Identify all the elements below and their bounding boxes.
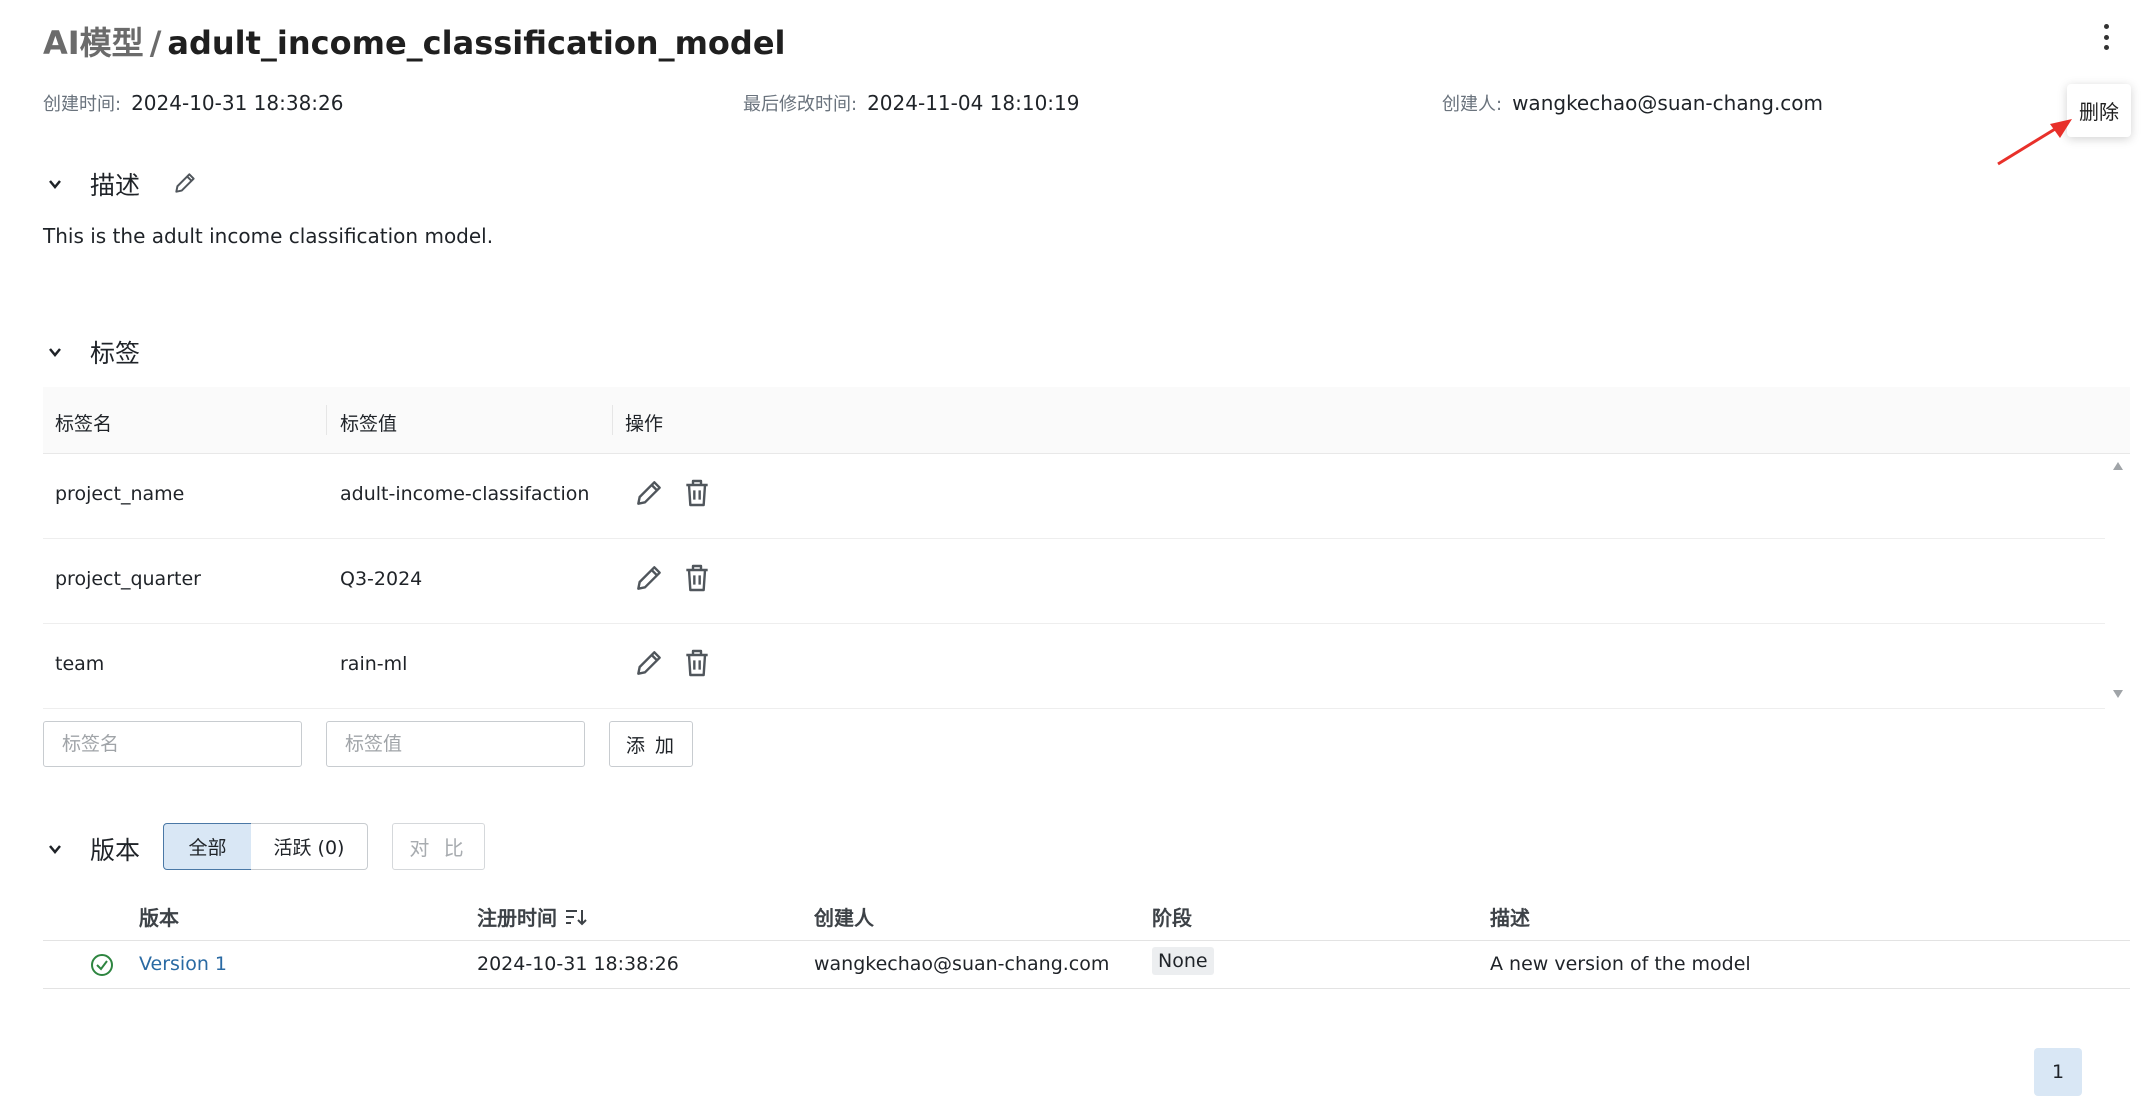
scroll-down-arrow-icon[interactable] — [2112, 689, 2124, 699]
version-link[interactable]: Version 1 — [139, 953, 227, 975]
filter-active-button[interactable]: 活跃 (0) — [251, 823, 368, 870]
model-name: adult_income_classification_model — [167, 24, 786, 62]
created-value: 2024-10-31 18:38:26 — [131, 91, 344, 115]
versions-heading: 版本 — [90, 836, 141, 865]
created-label: 创建时间: — [43, 94, 122, 115]
breadcrumb-ai-models[interactable]: AI模型 — [43, 24, 144, 62]
add-tag-button[interactable]: 添 加 — [609, 721, 693, 767]
description-heading: 描述 — [90, 171, 141, 200]
version-description: A new version of the model — [1490, 953, 1751, 975]
column-header-description: 描述 — [1490, 906, 1530, 930]
ready-check-circle-icon — [91, 954, 113, 976]
tag-name-cell: project_name — [55, 483, 185, 505]
version-creator: wangkechao@suan-chang.com — [814, 953, 1110, 975]
tag-value-cell: adult-income-classifaction — [340, 483, 590, 505]
kebab-dot — [2103, 45, 2109, 50]
delete-tag-trash-icon[interactable] — [681, 477, 713, 509]
meta-creator: 创建人: wangkechao@suan-chang.com — [1442, 90, 1823, 116]
creator-label: 创建人: — [1442, 94, 1503, 115]
column-header-tag-value: 标签值 — [340, 413, 398, 435]
edit-tag-pencil-icon[interactable] — [633, 562, 665, 594]
scroll-up-arrow-icon[interactable] — [2112, 461, 2124, 471]
tag-name-input[interactable] — [43, 721, 302, 767]
kebab-dot — [2103, 34, 2109, 40]
table-row: project_name adult-income-classifaction — [43, 453, 2105, 539]
chevron-down-icon — [49, 845, 61, 854]
description-section-header[interactable]: 描述 — [48, 166, 140, 202]
pagination-page-button[interactable]: 1 — [2034, 1048, 2082, 1096]
stage-badge: None — [1152, 947, 1214, 975]
edit-tag-pencil-icon[interactable] — [633, 477, 665, 509]
tags-heading: 标签 — [90, 339, 141, 368]
column-header-registered-time[interactable]: 注册时间 — [477, 902, 587, 931]
column-divider — [326, 405, 327, 435]
modified-label: 最后修改时间: — [743, 94, 858, 115]
versions-section-header[interactable]: 版本 — [48, 831, 140, 867]
stage-badge-text: None — [1152, 947, 1214, 975]
tag-value-cell: Q3-2024 — [340, 568, 423, 590]
table-row: project_quarter Q3-2024 — [43, 538, 2105, 624]
tags-table-header: 标签名 标签值 操作 — [43, 387, 2130, 454]
kebab-menu-icon[interactable] — [2096, 22, 2116, 52]
registered-time-label: 注册时间 — [477, 906, 557, 930]
column-header-version: 版本 — [139, 906, 179, 930]
tag-name-cell: team — [55, 653, 105, 675]
column-divider — [612, 405, 613, 435]
column-header-actions: 操作 — [625, 413, 664, 435]
versions-row-divider — [43, 988, 2130, 989]
sort-icon — [566, 909, 587, 925]
modified-value: 2024-11-04 18:10:19 — [867, 91, 1080, 115]
tag-value-cell: rain-ml — [340, 653, 408, 675]
table-row: team rain-ml — [43, 623, 2105, 709]
tag-name-cell: project_quarter — [55, 568, 201, 590]
version-registered-time: 2024-10-31 18:38:26 — [477, 953, 679, 975]
delete-tag-trash-icon[interactable] — [681, 647, 713, 679]
tags-table-scrollbar[interactable] — [2106, 453, 2130, 709]
annotation-arrow-icon — [1997, 119, 2072, 166]
filter-all-button[interactable]: 全部 — [163, 823, 252, 870]
description-text: This is the adult income classification … — [43, 224, 494, 248]
tags-section-header[interactable]: 标签 — [48, 334, 140, 370]
tag-value-input[interactable] — [326, 721, 585, 767]
chevron-down-icon — [49, 348, 61, 357]
delete-tag-trash-icon[interactable] — [681, 562, 713, 594]
versions-header-divider — [43, 940, 2130, 941]
creator-value: wangkechao@suan-chang.com — [1512, 91, 1824, 115]
column-header-stage: 阶段 — [1152, 906, 1192, 930]
meta-modified: 最后修改时间: 2024-11-04 18:10:19 — [743, 90, 1080, 116]
kebab-dot — [2103, 24, 2109, 29]
edit-description-pencil-icon[interactable] — [172, 170, 198, 196]
meta-created: 创建时间: 2024-10-31 18:38:26 — [43, 90, 344, 116]
edit-tag-pencil-icon[interactable] — [633, 647, 665, 679]
page-title: AI模型 / adult_income_classification_model — [43, 18, 785, 64]
chevron-down-icon — [49, 180, 61, 189]
compare-button[interactable]: 对 比 — [392, 823, 485, 870]
column-header-tag-name: 标签名 — [55, 413, 113, 435]
column-header-creator: 创建人 — [814, 906, 874, 930]
breadcrumb-separator: / — [149, 24, 162, 62]
